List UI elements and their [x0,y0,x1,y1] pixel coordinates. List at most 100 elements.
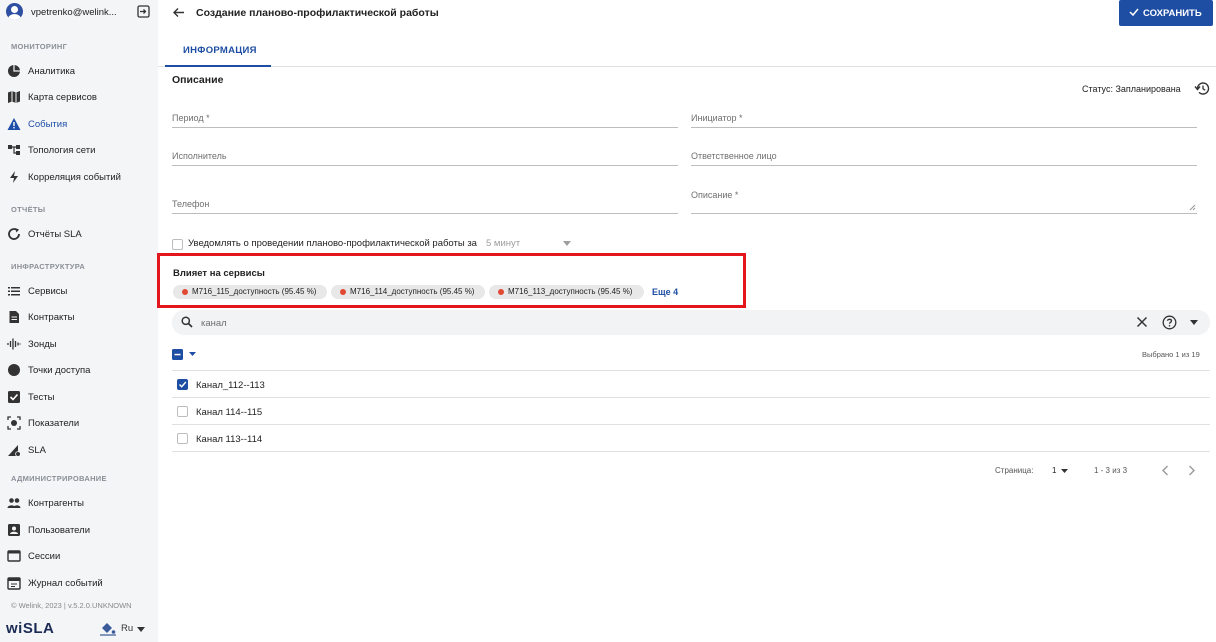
help-icon[interactable] [1162,315,1177,330]
more-services-link[interactable]: Еще 4 [652,287,678,297]
paint-bucket-icon [100,623,116,636]
page-title: Создание планово-профилактической работы [196,7,439,19]
footer-copyright: © Welink, 2023 | v.5.2.0.UNKNOWN [11,601,132,610]
sidebar-item-service-map[interactable]: Карта сервисов [0,86,158,108]
resize-handle-icon[interactable] [1189,204,1196,211]
notify-checkbox[interactable] [172,239,183,250]
sidebar-item-label: Топология сети [28,145,96,156]
warning-icon [7,118,21,130]
row-checkbox[interactable] [177,433,188,444]
chevron-left-icon[interactable] [1161,465,1169,476]
refresh-icon [8,228,20,240]
sidebar-item-users[interactable]: Пользователи [0,519,158,541]
service-chip-label: M716_113_доступность (95.45 %) [508,287,633,296]
list-divider [172,451,1210,452]
chevron-down-icon[interactable] [1061,469,1068,473]
chevron-right-icon[interactable] [1188,465,1196,476]
sidebar-item-correlation[interactable]: Корреляция событий [0,166,158,188]
responsible-field[interactable]: Ответственное лицо [691,148,1197,166]
notify-interval-select[interactable]: 5 минут [486,238,520,249]
service-chip[interactable]: M716_114_доступность (95.45 %) [331,285,485,299]
logout-icon[interactable] [137,5,150,18]
page-header: Создание планово-профилактической работы… [158,0,1216,28]
status-dot-icon [498,289,504,295]
sidebar-item-label: Зонды [28,339,57,350]
sidebar-item-services[interactable]: Сервисы [0,280,158,302]
user-menu[interactable]: vpetrenko@welink... [0,0,158,26]
sidebar-item-topology[interactable]: Топология сети [0,139,158,161]
sidebar-item-sla[interactable]: SLA [0,439,158,461]
brand-logo: wiSLA [6,620,55,637]
list-item[interactable]: Канал 114--115 [172,397,1210,424]
list-item-label: Канал 113--114 [196,434,263,445]
sidebar-item-events[interactable]: События [0,113,158,135]
sidebar-item-contracts[interactable]: Контракты [0,306,158,328]
page-label: Страница: [995,466,1034,475]
sidebar-item-label: События [28,119,68,130]
sidebar-item-metrics[interactable]: Показатели [0,412,158,434]
search-bar[interactable]: канал [172,310,1210,335]
section-infrastructure: ИНФРАСТРУКТУРА [11,262,86,271]
indeterminate-checkbox-icon[interactable] [172,349,183,360]
sidebar-item-label: Аналитика [28,66,76,77]
close-icon[interactable] [1136,316,1148,328]
chevron-down-icon[interactable] [1190,320,1198,325]
service-chip[interactable]: M716_113_доступность (95.45 %) [489,285,644,299]
calendar-icon [7,577,21,590]
chevron-down-icon[interactable] [189,352,196,356]
section-reports: ОТЧЁТЫ [11,205,46,214]
sidebar-item-analytics[interactable]: Аналитика [0,60,158,82]
window-icon [7,550,21,562]
circle-icon [8,364,20,376]
notify-row: Уведомлять о проведении планово-профилак… [172,237,592,251]
service-chip-label: M716_114_доступность (95.45 %) [350,287,475,296]
status-dot-icon [340,289,346,295]
list-item-label: Канал_112--113 [196,380,265,391]
period-field[interactable]: Период * [172,110,678,128]
search-input[interactable]: канал [201,318,227,329]
phone-field[interactable]: Телефон [172,196,678,214]
select-all[interactable] [172,349,196,363]
avatar[interactable] [6,3,23,20]
executor-label: Исполнитель [172,151,227,161]
sidebar-item-event-log[interactable]: Журнал событий [0,572,158,594]
history-icon[interactable] [1194,81,1210,96]
description-field[interactable]: Описание * [691,186,1197,214]
chevron-down-icon[interactable] [563,241,571,246]
save-button[interactable]: СОХРАНИТЬ [1119,0,1213,26]
service-chip[interactable]: M716_115_доступность (95.45 %) [173,285,327,299]
section-title-description: Описание [172,74,224,86]
tab-bar: ИНФОРМАЦИЯ [158,34,1216,67]
sidebar-item-label: Точки доступа [28,365,91,376]
row-checkbox[interactable] [177,406,188,417]
sidebar-item-counterparties[interactable]: Контрагенты [0,492,158,514]
tab-information[interactable]: ИНФОРМАЦИЯ [165,34,271,67]
affected-services-title: Влияет на сервисы [173,268,265,279]
checkbox-icon [8,391,20,403]
selected-count: Выбрано 1 из 19 [1142,350,1200,359]
signal-icon [7,338,21,350]
initiator-field[interactable]: Инициатор * [691,110,1197,128]
map-icon [8,91,20,103]
sidebar-item-probes[interactable]: Зонды [0,333,158,355]
list-item[interactable]: Канал_112--113 [172,370,1210,397]
people-icon [7,498,21,508]
user-name: vpetrenko@welink... [31,7,117,18]
sidebar-item-tests[interactable]: Тесты [0,386,158,408]
check-icon [1129,8,1139,16]
check-icon [179,381,187,388]
search-icon [181,316,193,328]
list-icon [8,287,20,296]
list-item[interactable]: Канал 113--114 [172,424,1210,451]
sidebar-item-sla-reports[interactable]: Отчёты SLA [0,223,158,245]
arrow-left-icon[interactable] [172,6,185,19]
tab-label: ИНФОРМАЦИЯ [183,45,257,56]
sidebar: vpetrenko@welink... МОНИТОРИНГ Аналитика… [0,0,158,642]
page-select[interactable]: 1 [1052,466,1056,475]
sidebar-item-sessions[interactable]: Сессии [0,545,158,567]
scan-icon [7,416,21,430]
topology-icon [8,145,20,155]
executor-field[interactable]: Исполнитель [172,148,678,166]
row-checkbox[interactable] [177,379,188,390]
sidebar-item-access-points[interactable]: Точки доступа [0,359,158,381]
